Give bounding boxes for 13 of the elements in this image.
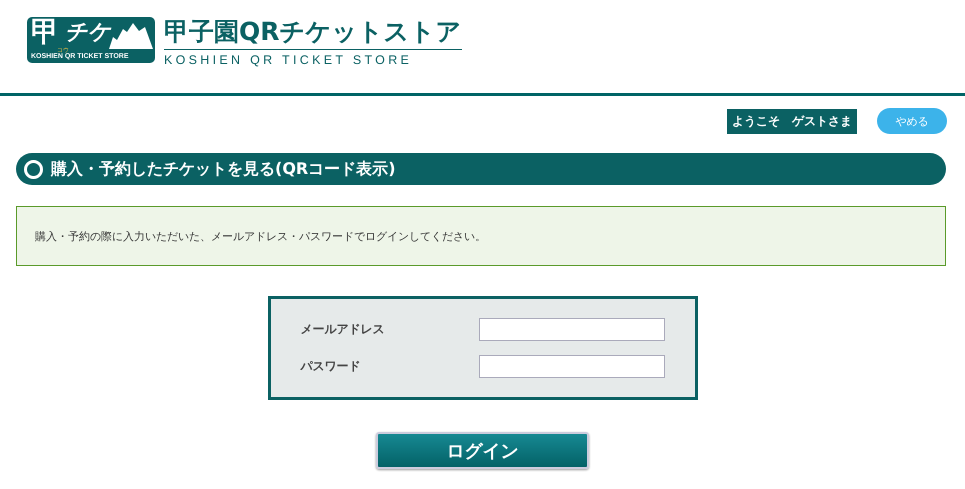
login-button[interactable]: ログイン bbox=[376, 432, 589, 469]
field-label: パスワード bbox=[300, 358, 360, 375]
notice-text: 購入・予約の際に入力いただいた、メールアドレス・パスワードでログインしてください。 bbox=[35, 228, 486, 244]
welcome-label: ようこそ ゲストさま bbox=[727, 108, 857, 134]
logo-kana: チケ bbox=[65, 19, 111, 47]
circle-icon bbox=[24, 160, 43, 178]
input-field[interactable] bbox=[478, 355, 664, 378]
section-title: 購入・予約したチケットを見る(QRコード表示) bbox=[51, 158, 396, 180]
field-label: メールアドレス bbox=[300, 321, 384, 338]
site-title: 甲子園QRチケットストア bbox=[164, 17, 462, 47]
logo-kanji: 甲 bbox=[31, 17, 59, 46]
input-field[interactable] bbox=[478, 318, 664, 341]
site-subtitle: KOSHIEN QR TICKET STORE bbox=[164, 49, 462, 67]
